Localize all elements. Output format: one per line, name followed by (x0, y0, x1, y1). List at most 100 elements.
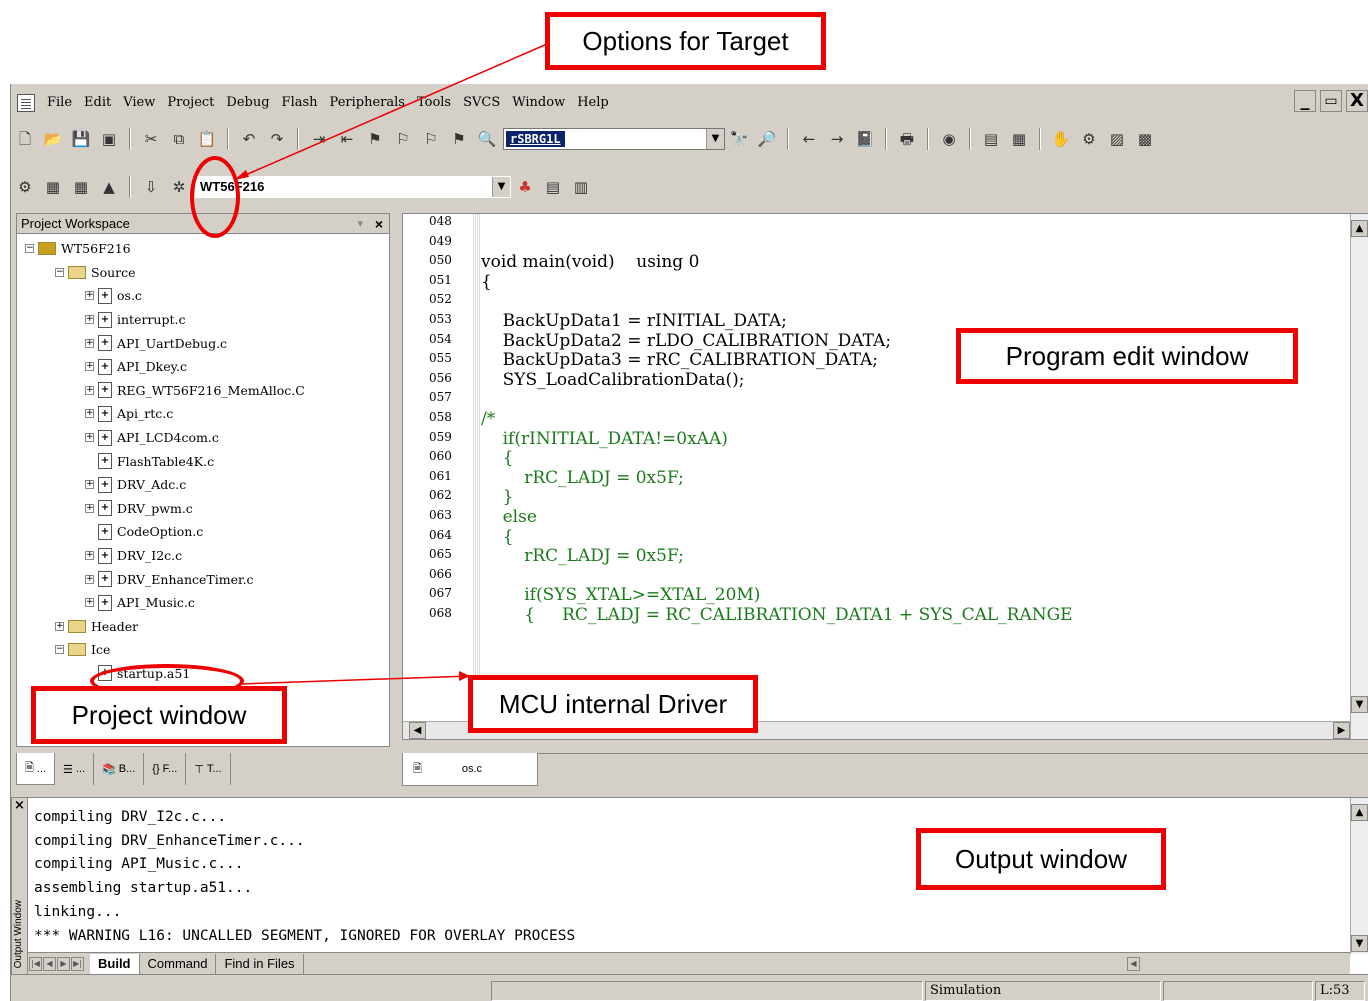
code-line[interactable]: { (481, 527, 1348, 548)
collapse-icon[interactable]: − (55, 267, 64, 277)
build-icon[interactable]: ▦ (43, 177, 63, 197)
find-combo[interactable]: rSBRG1L ▼ (503, 128, 725, 150)
close-icon[interactable]: × (12, 798, 27, 814)
manage-components-icon[interactable]: ♣ (515, 177, 535, 197)
config-icon[interactable]: ⚙ (1079, 129, 1099, 149)
browse-icon[interactable]: 📓 (855, 129, 875, 149)
menu-debug[interactable]: Debug (220, 90, 275, 116)
expand-icon[interactable]: + (85, 598, 94, 608)
code-line[interactable] (481, 292, 1348, 312)
undo-icon[interactable]: ↶ (239, 129, 259, 149)
tree-file[interactable]: + + DRV_pwm.c (17, 497, 389, 521)
code-line[interactable]: { (481, 449, 1348, 469)
close-button[interactable]: X (1346, 90, 1368, 112)
code-line[interactable]: { RC_LADJ = RC_CALIBRATION_DATA1 + SYS_C… (481, 605, 1348, 626)
code-line[interactable]: if(SYS_XTAL>=XTAL_20M) (481, 586, 1348, 606)
find-icon[interactable]: 🔭 (729, 129, 749, 149)
collapse-icon[interactable]: − (25, 244, 34, 254)
tab-registers[interactable]: ☰... (55, 753, 95, 785)
rebuild-icon[interactable]: ▦ (71, 177, 91, 197)
scroll-up-icon[interactable]: ▲ (1351, 220, 1368, 237)
menu-view[interactable]: View (117, 90, 161, 116)
code-line[interactable]: void main(void) using 0 (481, 253, 1348, 273)
forward-arrow-icon[interactable]: → (827, 129, 847, 149)
tree-file[interactable]: + + API_LCD4com.c (17, 426, 389, 450)
code-line[interactable]: else (481, 507, 1348, 528)
expand-icon[interactable]: + (85, 385, 94, 395)
minimize-button[interactable]: _ (1294, 90, 1316, 112)
next-bookmark-icon[interactable]: ⚐ (421, 129, 441, 149)
collapse-icon[interactable]: − (55, 645, 64, 655)
expand-icon[interactable]: + (85, 551, 94, 561)
menu-window[interactable]: Window (506, 90, 571, 116)
dropdown-icon[interactable]: ▾ (357, 214, 363, 234)
tree-file[interactable]: + CodeOption.c (17, 520, 389, 544)
find-in-files-icon[interactable]: 🔍 (477, 129, 497, 149)
save-icon[interactable]: 💾 (71, 129, 91, 149)
code-line[interactable] (481, 567, 1348, 587)
expand-icon[interactable]: + (85, 574, 94, 584)
scroll-right-icon[interactable]: ▶ (1333, 722, 1350, 739)
print-icon[interactable]: 🖶 (897, 129, 917, 149)
download-icon[interactable]: ⇩ (141, 177, 161, 197)
tree-file[interactable]: + + API_Music.c (17, 591, 389, 615)
code-line[interactable]: rRC_LADJ = 0x5F; (481, 546, 1348, 567)
back-arrow-icon[interactable]: ← (799, 129, 819, 149)
tree-file[interactable]: + + DRV_I2c.c (17, 544, 389, 568)
prev-tab-icon[interactable]: ◀ (43, 956, 56, 971)
tree-file[interactable]: + FlashTable4K.c (17, 449, 389, 473)
chevron-down-icon[interactable]: ▼ (492, 177, 510, 197)
expand-icon[interactable]: + (85, 315, 94, 325)
tab-find-in-files[interactable]: Find in Files (216, 953, 304, 974)
code-line[interactable]: { (481, 272, 1348, 293)
redo-icon[interactable]: ↷ (267, 129, 287, 149)
expand-icon[interactable]: + (85, 503, 94, 513)
tree-project[interactable]: − WT56F216 (17, 237, 389, 261)
options-for-target-icon[interactable]: ✲ (169, 177, 189, 197)
target-value[interactable]: WT56F216 (196, 177, 492, 197)
chevron-down-icon[interactable]: ▼ (706, 129, 724, 149)
menu-edit[interactable]: Edit (78, 90, 117, 116)
incremental-find-icon[interactable]: 🔎 (757, 129, 777, 149)
tab-functions[interactable]: {} F... (144, 753, 187, 785)
scroll-down-icon[interactable]: ▼ (1351, 935, 1368, 952)
wizard-icon[interactable]: ▨ (1107, 129, 1127, 149)
expand-icon[interactable]: + (85, 409, 94, 419)
menu-help[interactable]: Help (571, 90, 615, 116)
output-vertical-scrollbar[interactable]: ▲ ▼ (1350, 798, 1368, 954)
scroll-up-icon[interactable]: ▲ (1351, 804, 1368, 821)
tree-file[interactable]: + + Api_rtc.c (17, 402, 389, 426)
code-line[interactable] (481, 234, 1348, 254)
code-area[interactable]: void main(void) using 0{ BackUpData1 = r… (481, 214, 1348, 625)
clear-bookmarks-icon[interactable]: ⚑ (449, 129, 469, 149)
tab-build[interactable]: Build (90, 953, 140, 974)
editor-vertical-scrollbar[interactable]: ▲ ▼ (1350, 214, 1368, 739)
next-tab-icon[interactable]: ▶ (57, 956, 70, 971)
unindent-icon[interactable]: ⇤ (337, 129, 357, 149)
hand-icon[interactable]: ✋ (1051, 129, 1071, 149)
menu-project[interactable]: Project (161, 90, 220, 116)
output-toggle-icon[interactable]: ▦ (1009, 129, 1029, 149)
tab-command[interactable]: Command (140, 953, 217, 974)
code-line[interactable]: } (481, 488, 1348, 508)
tree-group-ice[interactable]: − Ice (17, 638, 389, 662)
prev-bookmark-icon[interactable]: ⚐ (393, 129, 413, 149)
debug-session-icon[interactable]: ◉ (939, 129, 959, 149)
menu-peripherals[interactable]: Peripherals (324, 90, 411, 116)
last-tab-icon[interactable]: ▶| (71, 956, 84, 971)
expand-icon[interactable]: + (85, 338, 94, 348)
expand-icon[interactable]: + (55, 621, 64, 631)
tree-file[interactable]: + + DRV_Adc.c (17, 473, 389, 497)
code-line[interactable]: rRC_LADJ = 0x5F; (481, 468, 1348, 489)
program-editor[interactable]: 048 049 050 051 052 053 054 055 056 057 058 059 060 0… (402, 213, 1368, 740)
find-value[interactable]: rSBRG1L (506, 131, 565, 147)
workspace-toggle-icon[interactable]: ▤ (981, 129, 1001, 149)
restore-button[interactable]: ▭ (1320, 90, 1342, 112)
code-line[interactable]: /* (481, 409, 1348, 430)
tab-files[interactable]: 🗎... (16, 753, 56, 785)
tools-icon[interactable]: ▩ (1135, 129, 1155, 149)
scroll-left-icon[interactable]: ◀ (1127, 956, 1140, 971)
tab-books[interactable]: 📚 B... (94, 753, 145, 785)
first-tab-icon[interactable]: |◀ (29, 956, 42, 971)
paste-icon[interactable]: 📋 (197, 129, 217, 149)
